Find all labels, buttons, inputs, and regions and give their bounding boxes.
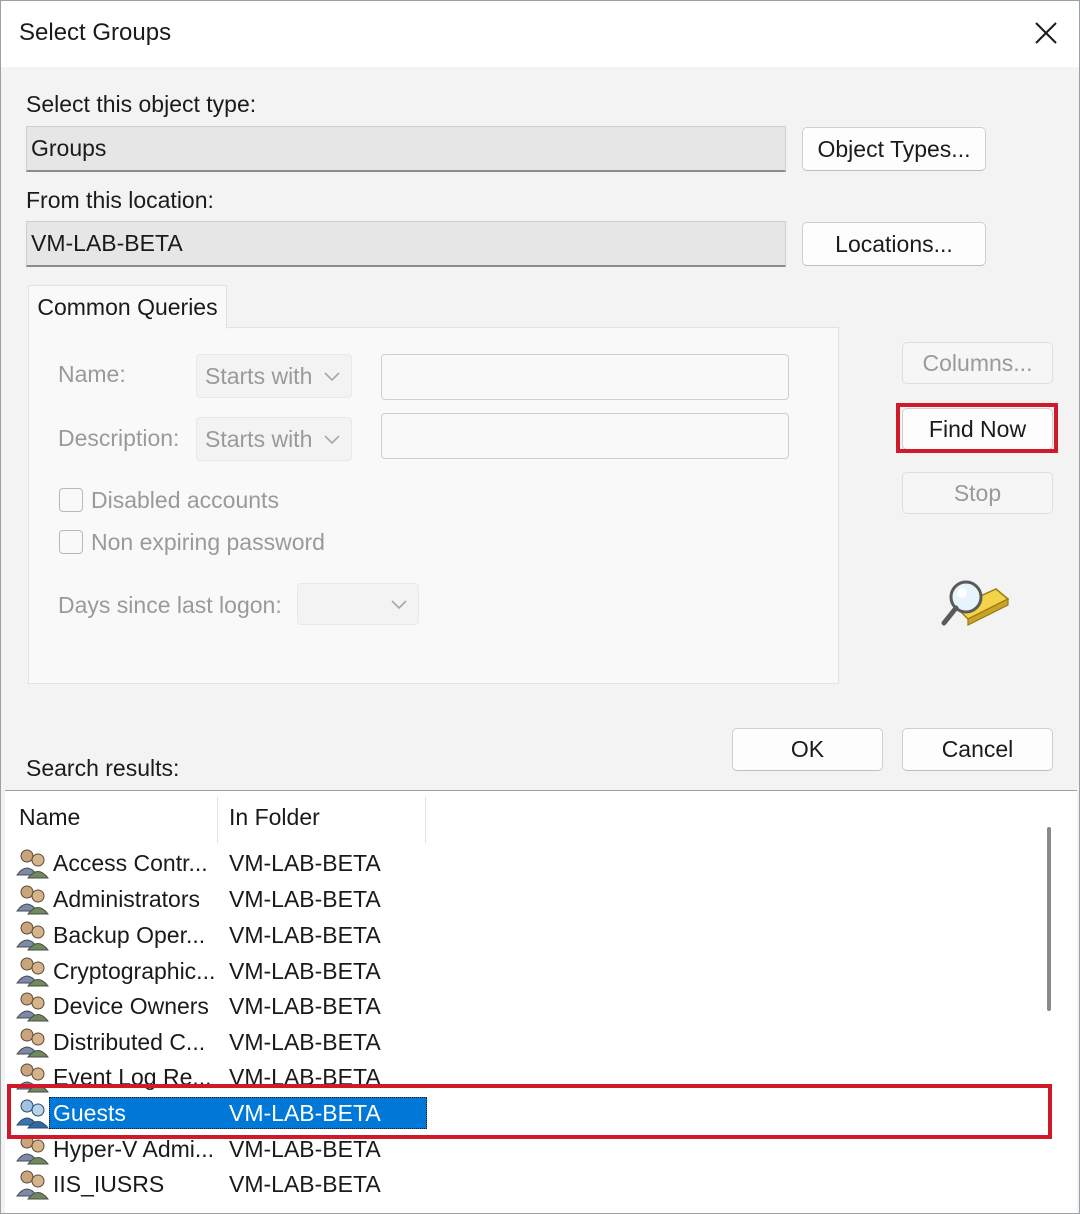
location-field[interactable]: VM-LAB-BETA <box>26 221 786 267</box>
location-label: From this location: <box>26 187 214 213</box>
object-type-label: Select this object type: <box>26 91 257 117</box>
non-expiring-label: Non expiring password <box>91 529 325 555</box>
row-name: Hyper-V Admi... <box>53 1136 215 1162</box>
search-flashlight-icon <box>941 580 1010 626</box>
tab-common-queries[interactable]: Common Queries <box>28 285 227 329</box>
group-icon <box>16 885 49 915</box>
row-name: Device Owners <box>53 993 209 1019</box>
row-folder: VM-LAB-BETA <box>229 922 381 948</box>
stop-button[interactable]: Stop <box>902 472 1053 514</box>
group-icon <box>16 992 49 1022</box>
cancel-button[interactable]: Cancel <box>902 728 1053 771</box>
guests-row-highlight <box>7 1084 1052 1139</box>
name-mode-value: Starts with <box>205 362 313 389</box>
columns-button[interactable]: Columns... <box>902 342 1053 384</box>
row-folder: VM-LAB-BETA <box>229 886 381 912</box>
table-row[interactable]: Access Contr... VM-LAB-BETA <box>5 845 1005 881</box>
disabled-accounts-checkbox[interactable] <box>59 488 83 512</box>
group-icon <box>16 849 49 879</box>
close-button[interactable] <box>1019 9 1073 57</box>
title-bar: Select Groups <box>1 1 1079 67</box>
row-name: Cryptographic... <box>53 958 216 984</box>
select-groups-dialog: Select Groups Select this object type: G… <box>0 0 1080 1214</box>
column-header-name[interactable]: Name <box>19 791 80 843</box>
table-row[interactable]: Device Owners VM-LAB-BETA <box>5 988 1005 1024</box>
table-row[interactable]: Cryptographic... VM-LAB-BETA <box>5 953 1005 989</box>
search-results-label: Search results: <box>26 755 180 781</box>
description-mode-select[interactable]: Starts with <box>196 417 352 461</box>
find-now-highlight <box>896 403 1058 453</box>
row-folder: VM-LAB-BETA <box>229 1136 381 1162</box>
object-type-field[interactable]: Groups <box>26 126 786 172</box>
disabled-accounts-label: Disabled accounts <box>91 487 279 513</box>
row-folder: VM-LAB-BETA <box>229 1029 381 1055</box>
non-expiring-checkbox[interactable] <box>59 530 83 554</box>
group-icon <box>16 1170 49 1200</box>
group-icon <box>16 921 49 951</box>
column-divider[interactable] <box>217 797 218 843</box>
chevron-down-icon <box>324 372 340 382</box>
table-row[interactable]: IIS_IUSRS VM-LAB-BETA <box>5 1166 1005 1202</box>
row-folder: VM-LAB-BETA <box>229 850 381 876</box>
row-folder: VM-LAB-BETA <box>229 993 381 1019</box>
ok-button[interactable]: OK <box>732 728 883 771</box>
description-label: Description: <box>58 425 180 451</box>
row-folder: VM-LAB-BETA <box>229 958 381 984</box>
row-name: Access Contr... <box>53 850 208 876</box>
object-types-button[interactable]: Object Types... <box>802 127 986 171</box>
name-label: Name: <box>58 361 126 387</box>
chevron-down-icon <box>324 435 340 445</box>
table-row[interactable]: Backup Oper... VM-LAB-BETA <box>5 917 1005 953</box>
row-name: Distributed C... <box>53 1029 206 1055</box>
row-name: Backup Oper... <box>53 922 206 948</box>
table-row[interactable]: Administrators VM-LAB-BETA <box>5 881 1005 917</box>
close-icon <box>1035 22 1057 44</box>
results-scrollbar[interactable] <box>1047 827 1051 1011</box>
window-title: Select Groups <box>19 19 172 46</box>
row-folder: VM-LAB-BETA <box>229 1171 381 1197</box>
group-icon <box>16 957 49 987</box>
table-row[interactable]: Distributed C... VM-LAB-BETA <box>5 1024 1005 1060</box>
description-input[interactable] <box>381 413 789 459</box>
chevron-down-icon <box>391 600 407 610</box>
row-name: Administrators <box>53 886 200 912</box>
column-header-in-folder[interactable]: In Folder <box>229 791 320 843</box>
group-icon <box>16 1028 49 1058</box>
row-name: IIS_IUSRS <box>53 1171 165 1197</box>
days-since-logon-label: Days since last logon: <box>58 592 282 618</box>
locations-button[interactable]: Locations... <box>802 222 986 266</box>
days-since-logon-select[interactable] <box>297 583 419 625</box>
description-mode-value: Starts with <box>205 425 313 452</box>
name-input[interactable] <box>381 354 789 400</box>
search-results-list[interactable]: Name In Folder Access Contr... VM-LAB-BE… <box>5 790 1077 1213</box>
column-divider[interactable] <box>425 797 426 843</box>
name-mode-select[interactable]: Starts with <box>196 354 352 398</box>
